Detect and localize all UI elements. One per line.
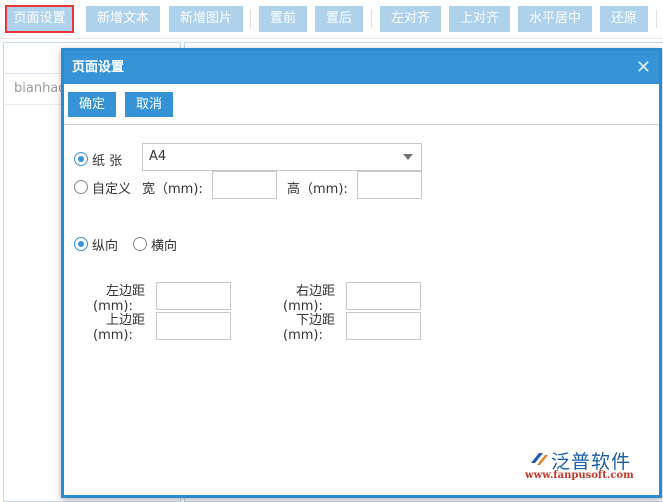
bottom-margin-label: 下边距 (mm): bbox=[283, 313, 335, 343]
restore-button[interactable]: 还原 bbox=[600, 6, 648, 32]
right-margin-unit: (mm): bbox=[283, 299, 323, 314]
add-text-button[interactable]: 新增文本 bbox=[86, 6, 160, 32]
bottom-margin-text: 下边距 bbox=[295, 313, 335, 328]
top-margin-label: 上边距 (mm): bbox=[93, 313, 145, 343]
custom-height-input[interactable] bbox=[357, 171, 422, 199]
cancel-button[interactable]: 取消 bbox=[125, 92, 174, 117]
dialog-title: 页面设置 bbox=[72, 60, 125, 75]
bring-front-button[interactable]: 置前 bbox=[259, 6, 307, 32]
center-horizontal-button[interactable]: 水平居中 bbox=[518, 6, 592, 32]
dialog-title-bar: 页面设置 ✕ bbox=[64, 51, 659, 84]
chevron-down-icon bbox=[403, 154, 413, 160]
paper-size-value: A4 bbox=[149, 149, 167, 164]
left-margin-unit: (mm): bbox=[93, 299, 133, 314]
bottom-margin-input[interactable] bbox=[346, 312, 421, 340]
width-label: 宽（mm): bbox=[142, 182, 203, 197]
toolbar: 页面设置 新增文本 新增图片 置前 置后 左对齐 上对齐 水平居中 还原 bbox=[0, 0, 663, 39]
right-margin-input[interactable] bbox=[346, 282, 421, 310]
landscape-label: 横向 bbox=[151, 239, 178, 254]
custom-width-input[interactable] bbox=[212, 171, 277, 199]
page-setup-button[interactable]: 页面设置 bbox=[5, 5, 74, 33]
toolbar-separator bbox=[250, 10, 251, 28]
top-margin-text: 上边距 bbox=[105, 313, 145, 328]
top-margin-unit: (mm): bbox=[93, 328, 133, 343]
close-icon[interactable]: ✕ bbox=[636, 51, 651, 84]
bottom-margin-unit: (mm): bbox=[283, 328, 323, 343]
top-margin-input[interactable] bbox=[156, 312, 231, 340]
toolbar-separator bbox=[656, 10, 657, 28]
confirm-button[interactable]: 确定 bbox=[68, 92, 117, 117]
custom-label: 自定义 bbox=[92, 182, 132, 197]
portrait-label: 纵向 bbox=[92, 239, 119, 254]
paper-radio[interactable] bbox=[74, 152, 88, 166]
align-left-button[interactable]: 左对齐 bbox=[380, 6, 441, 32]
paper-size-select[interactable]: A4 bbox=[142, 143, 422, 171]
left-margin-label: 左边距 (mm): bbox=[93, 284, 145, 314]
paper-label: 纸 张 bbox=[92, 154, 123, 169]
toolbar-separator bbox=[371, 10, 372, 28]
brand-logo-icon bbox=[531, 453, 548, 465]
left-margin-input[interactable] bbox=[156, 282, 231, 310]
landscape-radio[interactable] bbox=[133, 237, 147, 251]
send-back-button[interactable]: 置后 bbox=[315, 6, 363, 32]
left-margin-text: 左边距 bbox=[105, 284, 145, 299]
right-margin-text: 右边距 bbox=[295, 284, 335, 299]
height-label: 高（mm): bbox=[287, 182, 348, 197]
add-image-button[interactable]: 新增图片 bbox=[169, 6, 243, 32]
page-setup-dialog: 页面设置 ✕ 确定 取消 纸 张 A4 自定义 宽（mm): 高（mm): 纵向… bbox=[61, 48, 662, 498]
custom-radio[interactable] bbox=[74, 180, 88, 194]
align-top-button[interactable]: 上对齐 bbox=[449, 6, 510, 32]
dialog-action-bar: 确定 取消 bbox=[64, 84, 659, 125]
portrait-radio[interactable] bbox=[74, 237, 88, 251]
brand-url: www.fanpusoft.com bbox=[525, 470, 634, 481]
right-margin-label: 右边距 (mm): bbox=[283, 284, 335, 314]
watermark: 泛普软件 www.fanpusoft.com bbox=[521, 445, 651, 485]
